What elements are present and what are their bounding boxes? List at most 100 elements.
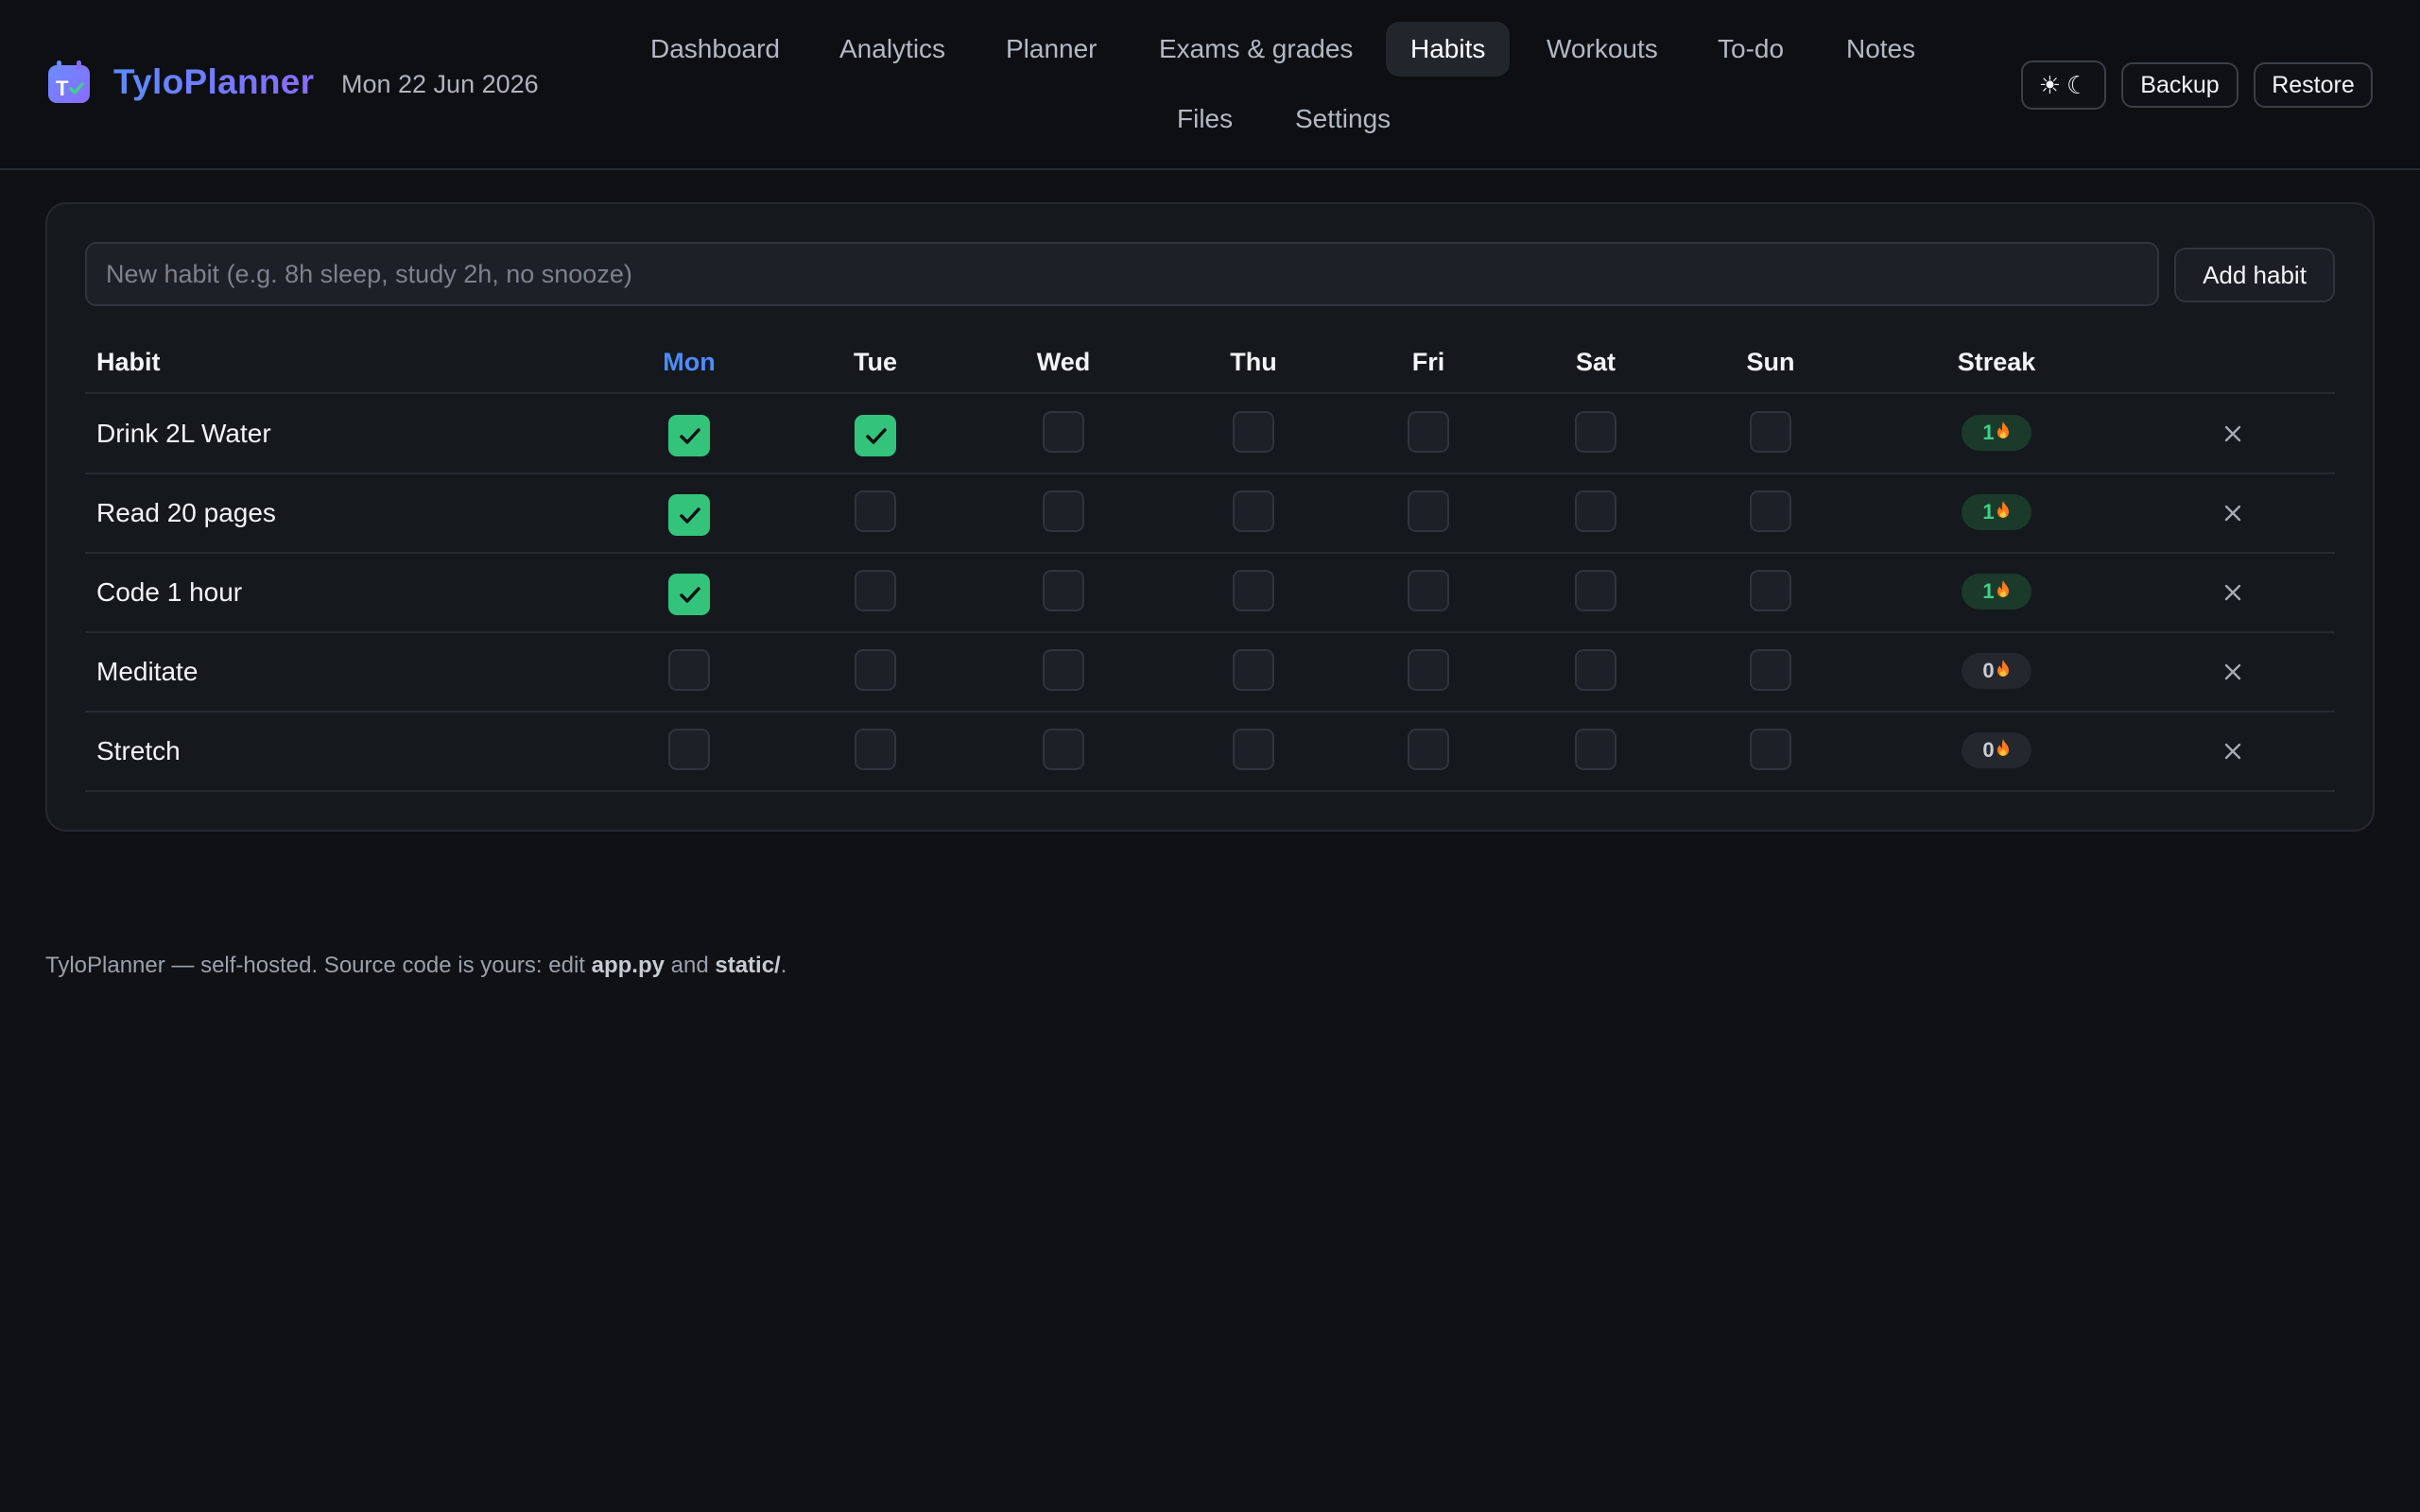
app-title: TyloPlanner bbox=[113, 62, 315, 101]
footer-file-app: app.py bbox=[591, 953, 665, 978]
habit-day-checkbox[interactable] bbox=[855, 490, 896, 532]
habit-day-checkbox[interactable] bbox=[1408, 649, 1449, 691]
habit-name: Read 20 pages bbox=[96, 498, 276, 527]
nav-exams-grades[interactable]: Exams & grades bbox=[1134, 22, 1377, 77]
habit-name: Code 1 hour bbox=[96, 577, 243, 607]
habit-day-checkbox[interactable] bbox=[1233, 649, 1274, 691]
restore-button[interactable]: Restore bbox=[2254, 62, 2373, 108]
checkmark-icon bbox=[680, 428, 700, 444]
header-wed: Wed bbox=[1036, 348, 1091, 376]
habit-day-checkbox[interactable] bbox=[1575, 490, 1616, 532]
habit-day-checkbox[interactable] bbox=[1043, 649, 1084, 691]
habit-day-checkbox[interactable] bbox=[1233, 411, 1274, 453]
habit-day-checkbox[interactable] bbox=[1575, 649, 1616, 691]
habit-name: Drink 2L Water bbox=[96, 419, 271, 448]
streak-count: 1 bbox=[1982, 421, 1995, 444]
streak-count: 0 bbox=[1982, 738, 1995, 762]
theme-toggle-button[interactable]: ☀ ☾ bbox=[2021, 60, 2106, 110]
nav-files[interactable]: Files bbox=[1152, 92, 1257, 146]
header-sun: Sun bbox=[1746, 348, 1795, 376]
header-mon: Mon bbox=[663, 348, 716, 376]
streak-count: 0 bbox=[1982, 659, 1995, 682]
header-divider bbox=[85, 392, 2335, 394]
habit-day-checkbox[interactable] bbox=[1575, 411, 1616, 453]
habit-day-checkbox[interactable] bbox=[1750, 649, 1791, 691]
current-date: Mon 22 Jun 2026 bbox=[341, 70, 539, 98]
habit-day-checkbox[interactable] bbox=[668, 494, 710, 536]
habit-name: Stretch bbox=[96, 736, 181, 765]
checkmark-icon bbox=[680, 507, 700, 524]
habit-day-checkbox[interactable] bbox=[855, 570, 896, 611]
footer-text-end: . bbox=[780, 953, 787, 978]
header-sat: Sat bbox=[1575, 348, 1616, 376]
nav-planner[interactable]: Planner bbox=[981, 22, 1122, 77]
header-habit: Habit bbox=[96, 348, 161, 376]
row-divider bbox=[85, 790, 2335, 792]
add-habit-button[interactable]: Add habit bbox=[2174, 248, 2335, 302]
close-icon bbox=[2224, 663, 2241, 680]
nav-dashboard[interactable]: Dashboard bbox=[626, 22, 804, 77]
flame-icon bbox=[1996, 579, 2011, 604]
habit-day-checkbox[interactable] bbox=[1575, 729, 1616, 770]
row-divider bbox=[85, 631, 2335, 633]
sun-icon: ☀ bbox=[2038, 70, 2061, 99]
nav-habits[interactable]: Habits bbox=[1386, 22, 1511, 77]
habit-day-checkbox[interactable] bbox=[1750, 570, 1791, 611]
habit-day-checkbox[interactable] bbox=[1575, 570, 1616, 611]
nav-workouts[interactable]: Workouts bbox=[1522, 22, 1683, 77]
row-divider bbox=[85, 711, 2335, 713]
footer-text: TyloPlanner — self-hosted. Source code i… bbox=[45, 953, 592, 978]
streak-badge: 0 bbox=[1962, 653, 2031, 689]
flame-icon bbox=[1996, 500, 2011, 524]
nav-todo[interactable]: To-do bbox=[1693, 22, 1808, 77]
delete-habit-button[interactable] bbox=[2214, 653, 2252, 691]
nav-notes[interactable]: Notes bbox=[1822, 22, 1940, 77]
streak-badge: 1 bbox=[1962, 494, 2031, 530]
close-icon bbox=[2224, 584, 2241, 601]
close-icon bbox=[2224, 425, 2241, 442]
header-streak: Streak bbox=[1957, 348, 2036, 376]
habit-day-checkbox[interactable] bbox=[668, 574, 710, 615]
habit-day-checkbox[interactable] bbox=[855, 649, 896, 691]
habit-day-checkbox[interactable] bbox=[1043, 729, 1084, 770]
nav-settings[interactable]: Settings bbox=[1270, 92, 1415, 146]
habit-day-checkbox[interactable] bbox=[1233, 490, 1274, 532]
moon-icon: ☾ bbox=[2066, 70, 2089, 99]
habit-day-checkbox[interactable] bbox=[1750, 490, 1791, 532]
backup-button[interactable]: Backup bbox=[2121, 62, 2238, 108]
delete-habit-button[interactable] bbox=[2214, 494, 2252, 532]
habit-day-checkbox[interactable] bbox=[1408, 411, 1449, 453]
calendar-check-icon: T bbox=[48, 60, 90, 103]
habit-day-checkbox[interactable] bbox=[668, 729, 710, 770]
habit-day-checkbox[interactable] bbox=[1750, 729, 1791, 770]
habit-day-checkbox[interactable] bbox=[1408, 729, 1449, 770]
header-tue: Tue bbox=[854, 348, 897, 376]
streak-count: 1 bbox=[1982, 500, 1995, 524]
habit-day-checkbox[interactable] bbox=[1750, 411, 1791, 453]
delete-habit-button[interactable] bbox=[2214, 732, 2252, 770]
habit-day-checkbox[interactable] bbox=[1043, 570, 1084, 611]
habit-day-checkbox[interactable] bbox=[1233, 729, 1274, 770]
brand[interactable]: T TyloPlanner bbox=[45, 59, 314, 106]
habit-day-checkbox[interactable] bbox=[1408, 490, 1449, 532]
habit-day-checkbox[interactable] bbox=[668, 415, 710, 456]
footer-file-static: static/ bbox=[715, 953, 781, 978]
nav-analytics[interactable]: Analytics bbox=[815, 22, 970, 77]
flame-icon bbox=[1996, 659, 2011, 683]
header-thu: Thu bbox=[1230, 348, 1277, 376]
habit-name: Meditate bbox=[96, 657, 199, 686]
delete-habit-button[interactable] bbox=[2214, 415, 2252, 453]
habit-day-checkbox[interactable] bbox=[1233, 570, 1274, 611]
habit-day-checkbox[interactable] bbox=[855, 729, 896, 770]
habit-day-checkbox[interactable] bbox=[1408, 570, 1449, 611]
habit-day-checkbox[interactable] bbox=[668, 649, 710, 691]
row-divider bbox=[85, 472, 2335, 474]
checkmark-icon bbox=[680, 587, 700, 603]
habit-day-checkbox[interactable] bbox=[855, 415, 896, 456]
new-habit-input[interactable] bbox=[85, 242, 2159, 306]
delete-habit-button[interactable] bbox=[2214, 574, 2252, 611]
close-icon bbox=[2224, 505, 2241, 522]
habit-day-checkbox[interactable] bbox=[1043, 490, 1084, 532]
streak-count: 1 bbox=[1982, 579, 1995, 603]
habit-day-checkbox[interactable] bbox=[1043, 411, 1084, 453]
